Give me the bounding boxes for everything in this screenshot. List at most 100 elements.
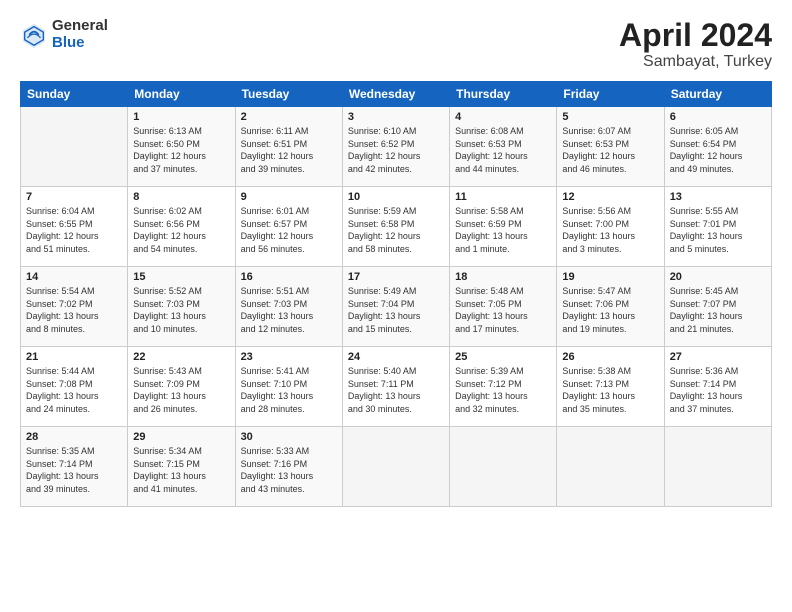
day-number: 15 xyxy=(133,271,229,283)
day-number: 6 xyxy=(670,111,766,123)
day-info: Sunrise: 5:51 AM Sunset: 7:03 PM Dayligh… xyxy=(241,285,337,335)
day-cell: 8 Sunrise: 6:02 AM Sunset: 6:56 PM Daylig… xyxy=(128,187,235,267)
day-cell: 4 Sunrise: 6:08 AM Sunset: 6:53 PM Daylig… xyxy=(450,107,557,187)
title-block: April 2024 Sambayat, Turkey xyxy=(619,18,772,71)
day-info: Sunrise: 6:07 AM Sunset: 6:53 PM Dayligh… xyxy=(562,125,658,175)
day-number: 7 xyxy=(26,191,122,203)
logo-blue-label: Blue xyxy=(52,35,108,52)
logo-general-label: General xyxy=(52,18,108,35)
day-info: Sunrise: 6:08 AM Sunset: 6:53 PM Dayligh… xyxy=(455,125,551,175)
day-info: Sunrise: 5:52 AM Sunset: 7:03 PM Dayligh… xyxy=(133,285,229,335)
day-info: Sunrise: 5:55 AM Sunset: 7:01 PM Dayligh… xyxy=(670,205,766,255)
logo-icon xyxy=(20,21,48,49)
day-number: 24 xyxy=(348,351,444,363)
day-number: 21 xyxy=(26,351,122,363)
day-number: 4 xyxy=(455,111,551,123)
day-number: 10 xyxy=(348,191,444,203)
day-number: 26 xyxy=(562,351,658,363)
day-number: 29 xyxy=(133,431,229,443)
day-cell: 13 Sunrise: 5:55 AM Sunset: 7:01 PM Dayli… xyxy=(664,187,771,267)
day-info: Sunrise: 5:36 AM Sunset: 7:14 PM Dayligh… xyxy=(670,365,766,415)
day-number: 30 xyxy=(241,431,337,443)
day-info: Sunrise: 5:40 AM Sunset: 7:11 PM Dayligh… xyxy=(348,365,444,415)
day-info: Sunrise: 6:11 AM Sunset: 6:51 PM Dayligh… xyxy=(241,125,337,175)
day-cell: 10 Sunrise: 5:59 AM Sunset: 6:58 PM Dayli… xyxy=(342,187,449,267)
day-cell: 12Sunrise: 5:56 AM Sunset: 7:00 PM Dayli… xyxy=(557,187,664,267)
day-info: Sunrise: 5:45 AM Sunset: 7:07 PM Dayligh… xyxy=(670,285,766,335)
day-info: Sunrise: 5:39 AM Sunset: 7:12 PM Dayligh… xyxy=(455,365,551,415)
day-number: 1 xyxy=(133,111,229,123)
day-cell: 16Sunrise: 5:51 AM Sunset: 7:03 PM Dayli… xyxy=(235,267,342,347)
day-cell: 9Sunrise: 6:01 AM Sunset: 6:57 PM Daylig… xyxy=(235,187,342,267)
day-cell: 7 Sunrise: 6:04 AM Sunset: 6:55 PM Daylig… xyxy=(21,187,128,267)
day-info: Sunrise: 6:05 AM Sunset: 6:54 PM Dayligh… xyxy=(670,125,766,175)
day-info: Sunrise: 5:54 AM Sunset: 7:02 PM Dayligh… xyxy=(26,285,122,335)
week-row-2: 7 Sunrise: 6:04 AM Sunset: 6:55 PM Daylig… xyxy=(21,187,772,267)
day-info: Sunrise: 5:58 AM Sunset: 6:59 PM Dayligh… xyxy=(455,205,551,255)
day-cell: 15 Sunrise: 5:52 AM Sunset: 7:03 PM Dayli… xyxy=(128,267,235,347)
logo: General Blue xyxy=(20,18,108,51)
title-month: April 2024 xyxy=(619,18,772,53)
day-cell: 6 Sunrise: 6:05 AM Sunset: 6:54 PM Daylig… xyxy=(664,107,771,187)
day-cell: 1 Sunrise: 6:13 AM Sunset: 6:50 PM Daylig… xyxy=(128,107,235,187)
header: General Blue April 2024 Sambayat, Turkey xyxy=(20,18,772,71)
title-location: Sambayat, Turkey xyxy=(619,53,772,71)
day-cell: 28 Sunrise: 5:35 AM Sunset: 7:14 PM Dayli… xyxy=(21,427,128,507)
header-cell-friday: Friday xyxy=(557,82,664,107)
day-info: Sunrise: 5:41 AM Sunset: 7:10 PM Dayligh… xyxy=(241,365,337,415)
day-number: 18 xyxy=(455,271,551,283)
day-cell: 17Sunrise: 5:49 AM Sunset: 7:04 PM Dayli… xyxy=(342,267,449,347)
day-number: 8 xyxy=(133,191,229,203)
week-row-3: 14 Sunrise: 5:54 AM Sunset: 7:02 PM Dayli… xyxy=(21,267,772,347)
day-number: 3 xyxy=(348,111,444,123)
day-number: 5 xyxy=(562,111,658,123)
day-number: 14 xyxy=(26,271,122,283)
day-number: 11 xyxy=(455,191,551,203)
day-info: Sunrise: 6:04 AM Sunset: 6:55 PM Dayligh… xyxy=(26,205,122,255)
day-cell xyxy=(557,427,664,507)
day-info: Sunrise: 5:34 AM Sunset: 7:15 PM Dayligh… xyxy=(133,445,229,495)
day-cell: 14 Sunrise: 5:54 AM Sunset: 7:02 PM Dayli… xyxy=(21,267,128,347)
day-cell: 25Sunrise: 5:39 AM Sunset: 7:12 PM Dayli… xyxy=(450,347,557,427)
day-number: 20 xyxy=(670,271,766,283)
day-cell: 11 Sunrise: 5:58 AM Sunset: 6:59 PM Dayli… xyxy=(450,187,557,267)
week-row-1: 1 Sunrise: 6:13 AM Sunset: 6:50 PM Daylig… xyxy=(21,107,772,187)
day-info: Sunrise: 6:13 AM Sunset: 6:50 PM Dayligh… xyxy=(133,125,229,175)
day-number: 19 xyxy=(562,271,658,283)
header-cell-monday: Monday xyxy=(128,82,235,107)
day-number: 2 xyxy=(241,111,337,123)
day-info: Sunrise: 5:59 AM Sunset: 6:58 PM Dayligh… xyxy=(348,205,444,255)
day-number: 28 xyxy=(26,431,122,443)
header-cell-saturday: Saturday xyxy=(664,82,771,107)
day-cell: 23Sunrise: 5:41 AM Sunset: 7:10 PM Dayli… xyxy=(235,347,342,427)
day-info: Sunrise: 5:47 AM Sunset: 7:06 PM Dayligh… xyxy=(562,285,658,335)
day-number: 9 xyxy=(241,191,337,203)
day-cell: 29 Sunrise: 5:34 AM Sunset: 7:15 PM Dayli… xyxy=(128,427,235,507)
day-cell: 24 Sunrise: 5:40 AM Sunset: 7:11 PM Dayli… xyxy=(342,347,449,427)
header-row: SundayMondayTuesdayWednesdayThursdayFrid… xyxy=(21,82,772,107)
header-cell-wednesday: Wednesday xyxy=(342,82,449,107)
day-cell xyxy=(21,107,128,187)
day-cell: 27 Sunrise: 5:36 AM Sunset: 7:14 PM Dayli… xyxy=(664,347,771,427)
day-cell xyxy=(664,427,771,507)
day-info: Sunrise: 5:48 AM Sunset: 7:05 PM Dayligh… xyxy=(455,285,551,335)
header-cell-tuesday: Tuesday xyxy=(235,82,342,107)
day-cell: 18 Sunrise: 5:48 AM Sunset: 7:05 PM Dayli… xyxy=(450,267,557,347)
page: General Blue April 2024 Sambayat, Turkey… xyxy=(0,0,792,612)
day-info: Sunrise: 5:35 AM Sunset: 7:14 PM Dayligh… xyxy=(26,445,122,495)
logo-text: General Blue xyxy=(52,18,108,51)
day-number: 13 xyxy=(670,191,766,203)
day-info: Sunrise: 5:44 AM Sunset: 7:08 PM Dayligh… xyxy=(26,365,122,415)
day-number: 12 xyxy=(562,191,658,203)
header-cell-sunday: Sunday xyxy=(21,82,128,107)
day-cell xyxy=(342,427,449,507)
day-number: 22 xyxy=(133,351,229,363)
day-info: Sunrise: 5:38 AM Sunset: 7:13 PM Dayligh… xyxy=(562,365,658,415)
day-cell: 30Sunrise: 5:33 AM Sunset: 7:16 PM Dayli… xyxy=(235,427,342,507)
day-cell: 21 Sunrise: 5:44 AM Sunset: 7:08 PM Dayli… xyxy=(21,347,128,427)
day-info: Sunrise: 5:43 AM Sunset: 7:09 PM Dayligh… xyxy=(133,365,229,415)
day-cell: 5 Sunrise: 6:07 AM Sunset: 6:53 PM Daylig… xyxy=(557,107,664,187)
day-info: Sunrise: 6:02 AM Sunset: 6:56 PM Dayligh… xyxy=(133,205,229,255)
day-number: 27 xyxy=(670,351,766,363)
week-row-4: 21 Sunrise: 5:44 AM Sunset: 7:08 PM Dayli… xyxy=(21,347,772,427)
